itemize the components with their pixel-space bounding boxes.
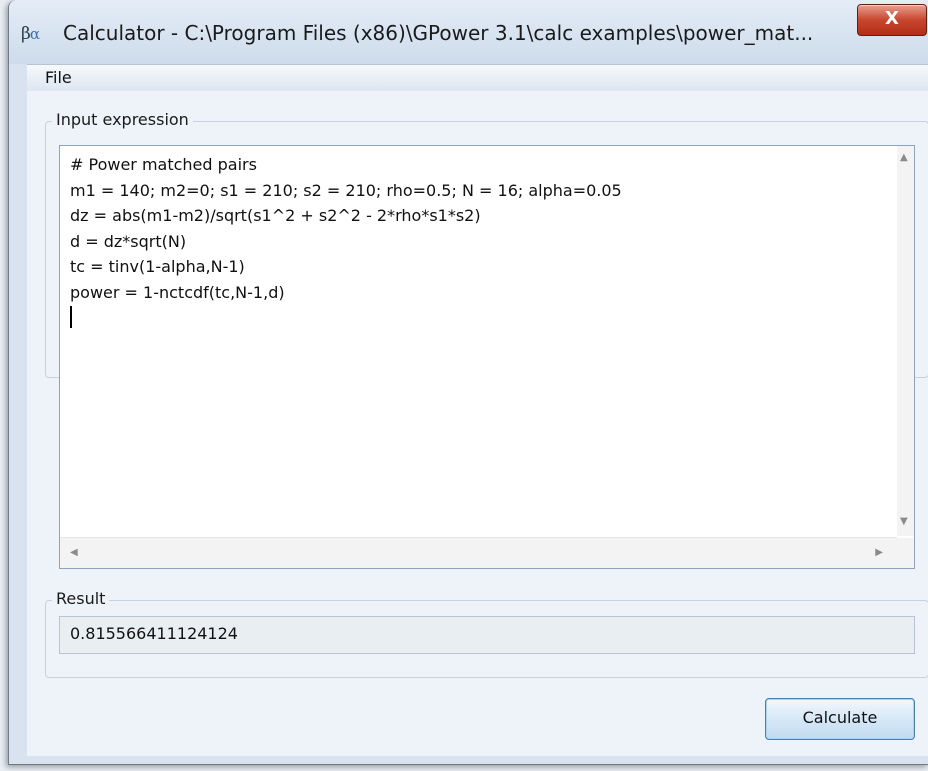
result-label: Result <box>52 589 110 608</box>
text-caret <box>70 306 72 328</box>
beta-glyph: β <box>21 24 31 44</box>
scrollbar-corner <box>897 538 914 568</box>
input-expression-label: Input expression <box>52 110 193 129</box>
menu-bar: File <box>27 64 928 92</box>
scroll-down-icon[interactable]: ▼ <box>900 516 908 527</box>
expression-editor[interactable]: # Power matched pairs m1 = 140; m2=0; s1… <box>59 145 915 569</box>
calculator-window: βα Calculator - C:\Program Files (x86)\G… <box>8 0 928 765</box>
horizontal-scrollbar[interactable]: ◀ ▶ <box>60 537 897 568</box>
client-area: Input expression # Power matched pairs m… <box>27 91 928 756</box>
title-bar[interactable]: βα Calculator - C:\Program Files (x86)\G… <box>9 0 928 64</box>
scroll-right-icon[interactable]: ▶ <box>875 547 883 558</box>
vertical-scrollbar[interactable]: ▲ ▼ <box>897 146 914 536</box>
calculate-button[interactable]: Calculate <box>765 698 915 740</box>
result-value: 0.815566411124124 <box>70 624 238 643</box>
window-title: Calculator - C:\Program Files (x86)\GPow… <box>63 21 814 45</box>
menu-file[interactable]: File <box>45 68 72 87</box>
gpower-app-icon: βα <box>21 22 55 48</box>
close-icon: X <box>885 8 899 29</box>
scroll-left-icon[interactable]: ◀ <box>70 547 78 558</box>
result-field[interactable]: 0.815566411124124 <box>59 616 915 654</box>
scroll-up-icon[interactable]: ▲ <box>900 152 908 163</box>
close-button[interactable]: X <box>857 4 927 36</box>
expression-text[interactable]: # Power matched pairs m1 = 140; m2=0; s1… <box>70 152 622 305</box>
alpha-glyph: α <box>29 25 40 43</box>
